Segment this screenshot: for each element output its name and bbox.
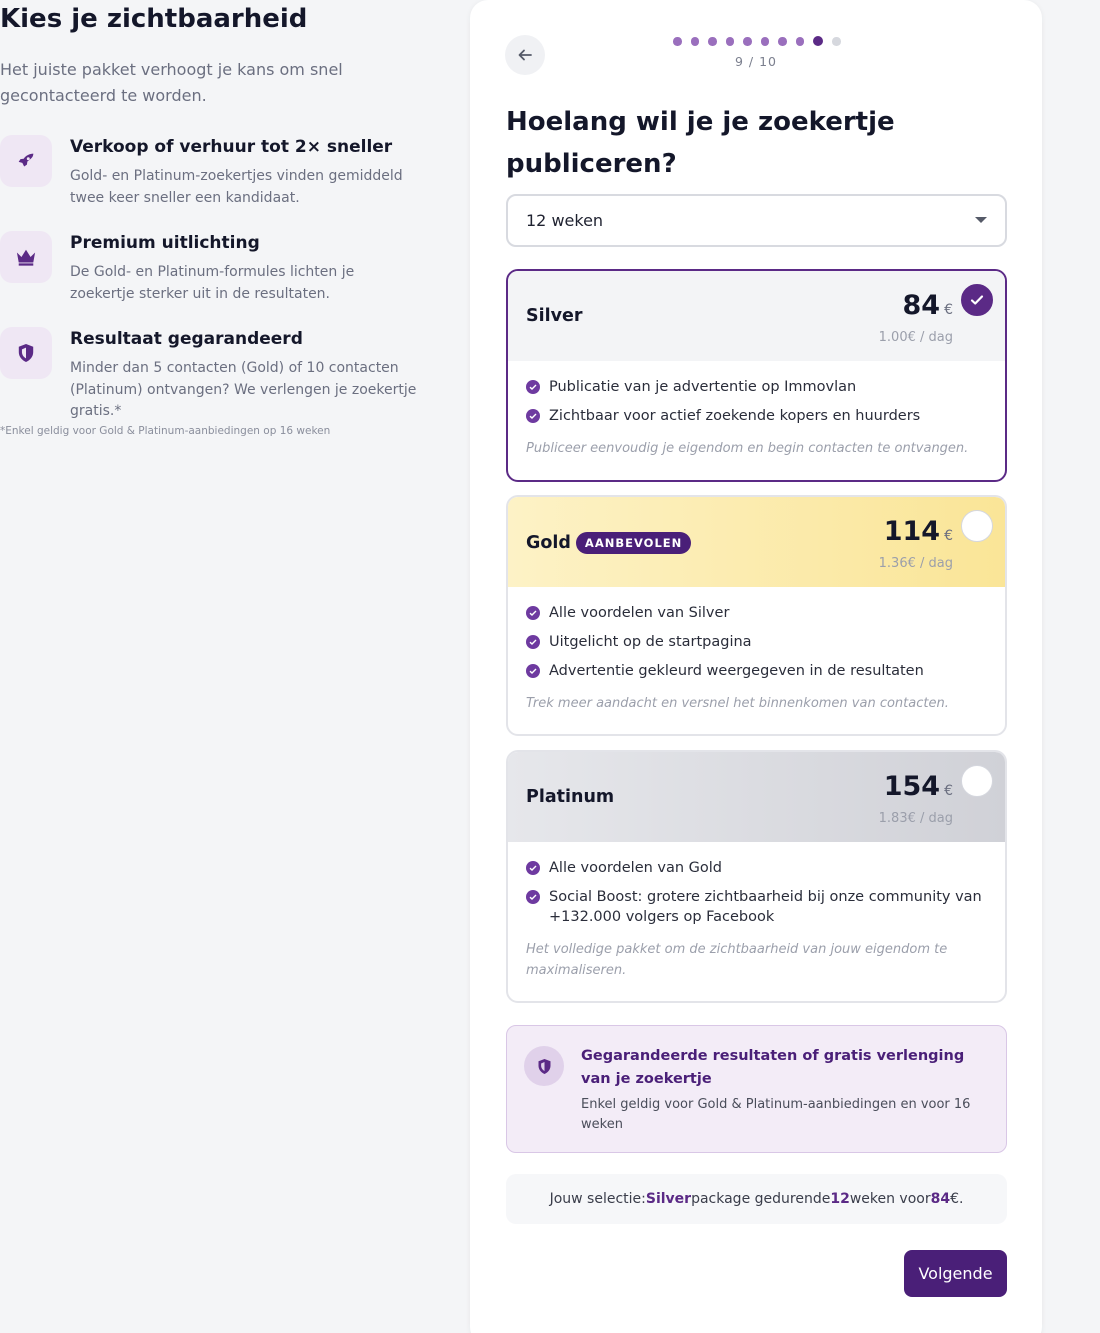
package-per-day: 1.83€ / dag [878,811,953,826]
guarantee-desc: Enkel geldig voor Gold & Platinum-aanbie… [581,1097,971,1132]
arrow-left-icon [518,49,532,61]
package-header: Silver 84 € 1.00€ / dag [508,271,1005,361]
chevron-down-icon [975,217,987,223]
package-per-day: 1.00€ / dag [878,330,953,345]
package-body: Alle voordelen van Gold Social Boost: gr… [508,842,1005,981]
next-button[interactable]: Volgende [904,1250,1007,1297]
check-icon [970,295,984,305]
package-feature: Publicatie van je advertentie op Immovla… [526,377,987,397]
package-feature: Social Boost: grotere zichtbaarheid bij … [526,887,987,927]
step-counter: 9 / 10 [734,54,778,69]
step-dot [760,37,769,46]
package-note: Trek meer aandacht en versnel het binnen… [526,696,949,711]
shield-icon [0,327,52,379]
package-gold[interactable]: Gold AANBEVOLEN 114 € 1.36€ / dag Alle voo… [506,495,1007,736]
page-title: Kies je zichtbaarheid [0,4,308,34]
summary-text: weken voor [849,1191,931,1207]
footnote: *Enkel geldig voor Gold & Platinum-aanbi… [0,425,331,437]
feature-desc: De Gold- en Platinum-formules lichten je… [70,264,355,302]
duration-value: 12 weken [526,211,604,230]
package-feature: Uitgelicht op de startpagina [526,632,987,652]
guarantee-box: Gegarandeerde resultaten of gratis verle… [506,1025,1007,1153]
selection-summary: Jouw selectie: Silver package gedurende … [506,1174,1007,1224]
summary-weeks: 12 [830,1191,850,1207]
package-price: 84 € [902,290,954,321]
feature-desc: Gold- en Platinum-zoekertjes vinden gemi… [70,168,403,206]
rocket-icon [0,135,52,187]
recommended-badge: AANBEVOLEN [575,532,692,554]
package-price: 114 € [883,516,953,547]
step-dot [778,37,787,46]
package-radio[interactable] [961,765,993,797]
package-note: Het volledige pakket om de zichtbaarheid… [526,942,948,978]
package-silver[interactable]: Silver 84 € 1.00€ / dag Publicatie van je… [506,269,1007,482]
guarantee-title: Gegarandeerde resultaten of gratis verle… [581,1048,965,1087]
package-body: Publicatie van je advertentie op Immovla… [508,361,1005,459]
step-dot [708,37,717,46]
package-name: Platinum [526,787,615,807]
crown-icon [0,231,52,283]
package-feature: Advertentie gekleurd weergegeven in de r… [526,661,987,681]
step-dot [690,37,699,46]
package-name: Silver [526,306,583,326]
question-title: Hoelang wil je je zoekertje publiceren? [506,107,895,179]
feature-title: Resultaat gegarandeerd [70,329,303,349]
package-per-day: 1.36€ / dag [878,556,953,571]
summary-text: Jouw selectie: [549,1191,646,1207]
feature-title: Verkoop of verhuur tot 2× sneller [70,137,393,157]
package-name: Gold AANBEVOLEN [526,532,692,554]
step-dot [743,37,752,46]
summary-text: €. [950,1191,964,1207]
package-note: Publiceer eenvoudig je eigendom en begin… [526,441,969,456]
package-header: Platinum 154 € 1.83€ / dag [508,752,1005,842]
check-circle-icon [526,635,540,649]
shield-icon [524,1046,564,1086]
package-radio[interactable] [961,284,993,316]
package-body: Alle voordelen van Silver Uitgelicht op … [508,587,1005,714]
intro-text: Het juiste pakket verhoogt je kans om sn… [0,60,343,105]
back-button[interactable] [505,35,545,75]
summary-package: Silver [645,1191,692,1207]
summary-text: package gedurende [691,1191,831,1207]
summary-price: 84 [930,1191,951,1207]
duration-select[interactable]: 12 weken [506,194,1007,247]
feature-desc: Minder dan 5 contacten (Gold) of 10 cont… [70,360,417,419]
package-feature: Zichtbaar voor actief zoekende kopers en… [526,406,987,426]
step-dot [795,37,804,46]
step-dot [832,37,841,46]
step-progress [673,36,841,47]
step-dot [673,37,682,46]
package-platinum[interactable]: Platinum 154 € 1.83€ / dag Alle voordelen… [506,750,1007,1003]
check-circle-icon [526,664,540,678]
wizard-card: 9 / 10 Hoelang wil je je zoekertje publi… [470,0,1042,1333]
step-dot [725,37,734,46]
package-feature: Alle voordelen van Gold [526,858,987,878]
check-circle-icon [526,861,540,875]
check-circle-icon [526,409,540,423]
check-circle-icon [526,606,540,620]
package-header: Gold AANBEVOLEN 114 € 1.36€ / dag [508,497,1005,587]
package-radio[interactable] [961,510,993,542]
package-price: 154 € [883,771,953,802]
feature-title: Premium uitlichting [70,233,260,253]
package-feature: Alle voordelen van Silver [526,603,987,623]
check-circle-icon [526,890,540,904]
step-dot [813,36,823,47]
check-circle-icon [526,380,540,394]
